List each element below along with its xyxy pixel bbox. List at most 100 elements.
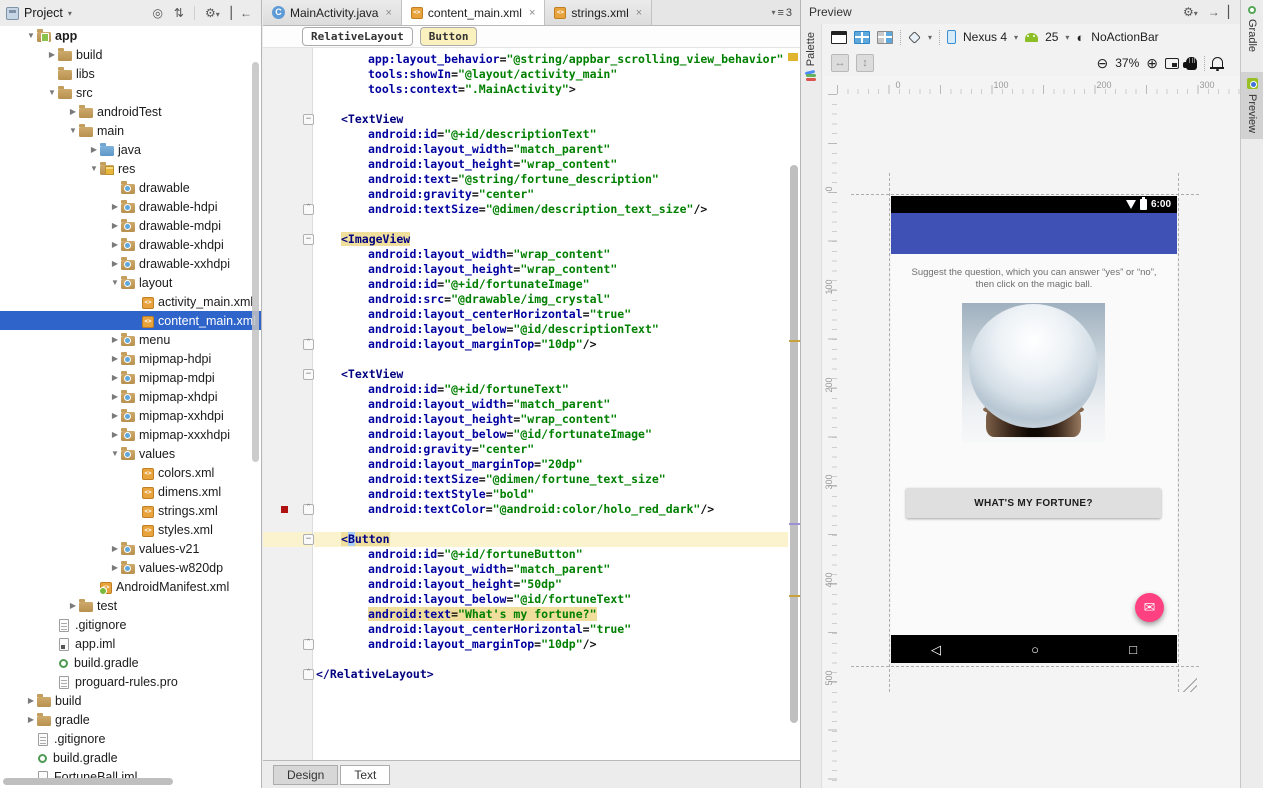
tree-item-mipmap-xhdpi[interactable]: ▶mipmap-xhdpi	[0, 387, 261, 406]
fold-marker-icon[interactable]: ˆ	[303, 339, 314, 350]
editor-tab-content_main.xml[interactable]: <>content_main.xml×	[401, 0, 545, 25]
tree-item-build[interactable]: ▶build	[0, 45, 261, 64]
code-line[interactable]	[314, 97, 788, 112]
scrollbar-stripe-marker[interactable]	[789, 595, 800, 597]
expand-arrow-icon[interactable]: ▶	[109, 240, 121, 249]
expand-arrow-icon[interactable]: ▶	[109, 563, 121, 572]
tab-gradle[interactable]: Gradle	[1241, 0, 1263, 58]
hidden-tabs-indicator[interactable]: ▾≡3	[763, 0, 800, 25]
tree-item-drawable-hdpi[interactable]: ▶drawable-hdpi	[0, 197, 261, 216]
code-line[interactable]: android:layout_width="match_parent"	[314, 142, 788, 157]
code-line[interactable]: android:layout_width="match_parent"	[314, 397, 788, 412]
code-line[interactable]: android:layout_width="match_parent"	[314, 562, 788, 577]
project-tree-vertical-scrollbar[interactable]	[252, 62, 259, 462]
code-line[interactable]	[314, 652, 788, 667]
expand-arrow-icon[interactable]: ▶	[109, 259, 121, 268]
code-line[interactable]: android:layout_marginTop="10dp"/>	[314, 337, 788, 352]
theme-selector[interactable]: NoActionBar	[1091, 30, 1158, 44]
crystal-ball-image[interactable]	[962, 303, 1105, 443]
code-line[interactable]: <Button	[314, 532, 788, 547]
tree-item-values-v21[interactable]: ▶values-v21	[0, 539, 261, 558]
tree-item-androidTest[interactable]: ▶androidTest	[0, 102, 261, 121]
api-selector[interactable]: 25	[1045, 30, 1058, 44]
grid-layout-icon[interactable]	[854, 31, 870, 44]
resize-vertical-button[interactable]: ↕	[856, 54, 874, 72]
close-icon[interactable]: ×	[529, 7, 535, 19]
device-screen[interactable]: 6:00 Suggest the question, which you can…	[891, 196, 1177, 663]
code-line[interactable]: android:layout_marginTop="20dp"	[314, 457, 788, 472]
tree-item-app.iml[interactable]: app.iml	[0, 634, 261, 653]
code-line[interactable]: android:id="@+id/descriptionText"	[314, 127, 788, 142]
code-line[interactable]: android:textStyle="bold"	[314, 487, 788, 502]
code-line[interactable]	[314, 217, 788, 232]
tree-item-build.gradle[interactable]: build.gradle	[0, 653, 261, 672]
fold-marker-icon[interactable]: −	[303, 369, 314, 380]
expand-arrow-icon[interactable]: ▶	[109, 544, 121, 553]
code-line[interactable]	[314, 517, 788, 532]
editor-scrollbar-thumb[interactable]	[790, 165, 798, 723]
tree-item-proguard-rules.pro[interactable]: proguard-rules.pro	[0, 672, 261, 691]
tree-item-styles.xml[interactable]: styles.xml	[0, 520, 261, 539]
code-line[interactable]: android:id="@+id/fortunateImage"	[314, 277, 788, 292]
tree-item-java[interactable]: ▶java	[0, 140, 261, 159]
collapse-arrow-icon[interactable]: ▼	[46, 88, 58, 97]
code-line[interactable]: </RelativeLayout>	[314, 667, 788, 682]
expand-arrow-icon[interactable]: ▶	[109, 430, 121, 439]
expand-arrow-icon[interactable]: ▶	[25, 715, 37, 724]
hide-panel-icon[interactable]: →▕	[1205, 5, 1232, 19]
code-line[interactable]: tools:showIn="@layout/activity_main"	[314, 67, 788, 82]
expand-arrow-icon[interactable]: ▶	[109, 354, 121, 363]
code-line[interactable]: tools:context=".MainActivity">	[314, 82, 788, 97]
tab-preview[interactable]: Preview	[1241, 72, 1263, 139]
tab-palette[interactable]: Palette	[805, 32, 817, 66]
resize-handle[interactable]	[1180, 675, 1197, 692]
expand-arrow-icon[interactable]: ▶	[109, 373, 121, 382]
layout-variant-icon[interactable]	[831, 31, 847, 44]
tab-text[interactable]: Text	[340, 765, 390, 785]
tree-item-drawable-xhdpi[interactable]: ▶drawable-xhdpi	[0, 235, 261, 254]
tab-design[interactable]: Design	[273, 765, 338, 785]
code-line[interactable]: android:gravity="center"	[314, 442, 788, 457]
orientation-icon[interactable]	[908, 31, 921, 44]
fold-marker-icon[interactable]: −	[303, 114, 314, 125]
code-line[interactable]: android:layout_centerHorizontal="true"	[314, 622, 788, 637]
tree-item-drawable[interactable]: drawable	[0, 178, 261, 197]
tree-item-values[interactable]: ▼values	[0, 444, 261, 463]
expand-arrow-icon[interactable]: ▶	[109, 221, 121, 230]
fold-marker-icon[interactable]: −	[303, 234, 314, 245]
tree-item-layout[interactable]: ▼layout	[0, 273, 261, 292]
expand-arrow-icon[interactable]: ▶	[46, 50, 58, 59]
code-line[interactable]: <TextView	[314, 367, 788, 382]
project-view-chevron-icon[interactable]: ▾	[68, 9, 72, 18]
collapse-arrow-icon[interactable]: ▼	[109, 449, 121, 458]
code-line[interactable]: android:layout_height="wrap_content"	[314, 157, 788, 172]
tree-item-app[interactable]: ▼app	[0, 26, 261, 45]
tree-item-colors.xml[interactable]: colors.xml	[0, 463, 261, 482]
editor-tab-MainActivity.java[interactable]: CMainActivity.java×	[263, 0, 402, 25]
tree-item-gradle[interactable]: ▶gradle	[0, 710, 261, 729]
collapse-arrow-icon[interactable]: ▼	[67, 126, 79, 135]
zoom-to-fit-icon[interactable]	[1165, 58, 1179, 69]
code-line[interactable]: android:layout_height="wrap_content"	[314, 262, 788, 277]
fortune-button[interactable]: WHAT'S MY FORTUNE?	[906, 488, 1161, 518]
orientation-chevron-icon[interactable]: ▾	[928, 33, 932, 42]
scrollbar-stripe-marker[interactable]	[789, 523, 800, 525]
expand-arrow-icon[interactable]: ▶	[88, 145, 100, 154]
fold-marker-icon[interactable]: ˆ	[303, 639, 314, 650]
collapse-arrow-icon[interactable]: ▼	[25, 31, 37, 40]
zoom-in-icon[interactable]: ⊕	[1146, 56, 1158, 70]
code-line[interactable]: android:layout_below="@id/fortuneText"	[314, 592, 788, 607]
device-selector[interactable]: Nexus 4	[963, 30, 1007, 44]
code-line[interactable]: android:layout_height="50dp"	[314, 577, 788, 592]
email-fab-button[interactable]: ✉	[1135, 593, 1164, 622]
code-editor[interactable]: −ˆ−ˆ−ˆ−ˆˆ app:layout_behavior="@string/a…	[263, 48, 800, 760]
code-line[interactable]: android:textSize="@dimen/description_tex…	[314, 202, 788, 217]
gear-icon[interactable]: ⚙▾	[1180, 5, 1201, 19]
fold-marker-icon[interactable]: ˆ	[303, 204, 314, 215]
device-chevron-icon[interactable]: ▾	[1014, 33, 1018, 42]
code-line[interactable]: android:gravity="center"	[314, 187, 788, 202]
collapse-all-icon[interactable]: ⇅	[171, 6, 187, 20]
resize-horizontal-button[interactable]: ↔	[831, 54, 849, 72]
pan-hand-icon[interactable]	[1186, 57, 1197, 70]
close-icon[interactable]: ×	[385, 7, 391, 19]
